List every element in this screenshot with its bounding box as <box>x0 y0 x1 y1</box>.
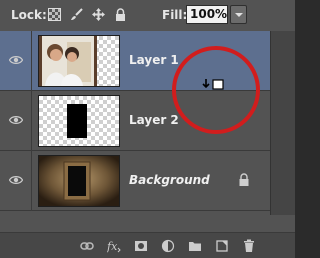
trash-icon[interactable] <box>242 239 256 253</box>
fill-label: Fill: <box>162 8 188 22</box>
visibility-toggle[interactable] <box>0 31 32 91</box>
layer-thumbnail-background <box>38 155 120 207</box>
lock-position-icon[interactable] <box>92 8 105 21</box>
lock-icon <box>239 173 249 186</box>
scrollbar-track[interactable] <box>270 31 295 215</box>
lock-label: Lock: <box>11 8 47 22</box>
lock-image-pixels-icon[interactable] <box>70 8 83 21</box>
fill-opacity-input[interactable]: 100% <box>186 5 228 24</box>
layer-thumbnail-photo <box>38 35 120 87</box>
layer-row-background[interactable]: Background <box>0 151 270 211</box>
eye-icon <box>9 176 23 184</box>
lock-all-icon[interactable] <box>114 8 127 21</box>
fill-dropdown-button[interactable] <box>230 5 247 24</box>
lock-transparent-pixels-icon[interactable] <box>48 8 61 21</box>
fx-icon[interactable]: fx <box>107 239 121 253</box>
chevron-down-icon <box>235 13 243 17</box>
layer-name[interactable]: Layer 1 <box>129 53 179 67</box>
drag-cursor-icon <box>202 79 224 90</box>
layers-toolbar: Lock: Fill: 100% <box>0 0 295 32</box>
layers-empty-area <box>0 212 270 232</box>
link-icon[interactable] <box>80 239 94 253</box>
folder-icon[interactable] <box>188 239 202 253</box>
layers-bottom-toolbar: fx <box>0 232 295 258</box>
svg-text:fx: fx <box>107 240 118 253</box>
eye-icon <box>9 56 23 64</box>
layers-panel: Lock: Fill: 100% Layer 1 Layer 2 Backgro… <box>0 0 295 258</box>
eye-icon <box>9 116 23 124</box>
visibility-toggle[interactable] <box>0 91 32 151</box>
adjustment-layer-icon[interactable] <box>161 239 175 253</box>
layer-mask-icon[interactable] <box>134 239 148 253</box>
layer-name[interactable]: Layer 2 <box>129 113 179 127</box>
visibility-toggle[interactable] <box>0 151 32 211</box>
layer-thumbnail-shape <box>38 95 120 147</box>
layer-name[interactable]: Background <box>129 173 210 187</box>
new-layer-icon[interactable] <box>215 239 229 253</box>
